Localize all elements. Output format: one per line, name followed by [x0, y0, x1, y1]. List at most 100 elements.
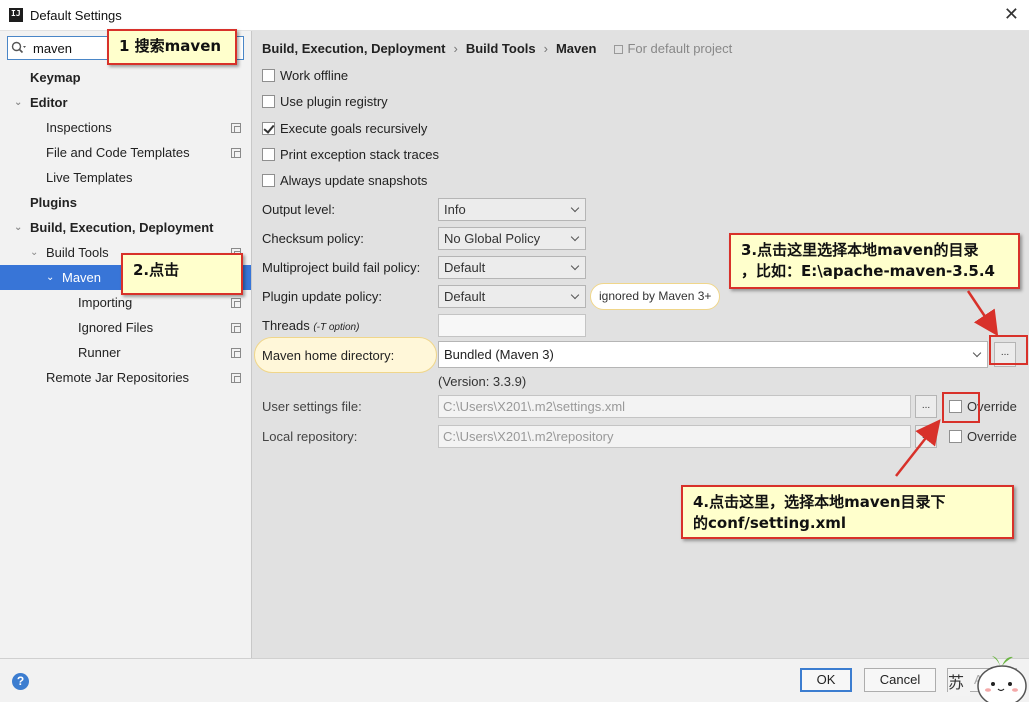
checkbox-box[interactable]: [262, 174, 275, 187]
maven-home-select[interactable]: Bundled (Maven 3): [438, 341, 988, 368]
breadcrumb-item: Maven: [555, 41, 597, 56]
chevron-down-icon[interactable]: ⌄: [14, 215, 22, 240]
highlight-box-browse: [989, 335, 1028, 365]
sidebar-item-label: Inspections: [46, 120, 112, 135]
watermark-stamp: 苏: [948, 670, 970, 696]
checkbox-label: Execute goals recursively: [280, 121, 428, 136]
sidebar-item-label: Ignored Files: [78, 320, 154, 335]
sidebar-item-label: Live Templates: [46, 170, 133, 185]
project-copy-icon: [231, 298, 241, 308]
project-copy-icon: [231, 323, 241, 333]
user-settings-browse-button[interactable]: ...: [915, 395, 937, 418]
ok-button[interactable]: OK: [800, 668, 852, 692]
print-exception-checkbox[interactable]: Print exception stack traces: [262, 146, 439, 164]
checkbox-box[interactable]: [262, 148, 275, 161]
checkbox-box[interactable]: [262, 69, 275, 82]
local-repo-label: Local repository:: [262, 429, 358, 444]
local-repo-input[interactable]: C:\Users\X201\.m2\repository: [438, 425, 911, 448]
checkbox-box[interactable]: [262, 122, 275, 135]
breadcrumb-item: Build, Execution, Deployment: [262, 41, 446, 56]
maven-version-text: (Version: 3.3.9): [438, 374, 527, 389]
default-project-hint: For default project: [627, 41, 733, 56]
sidebar-item-label: Keymap: [30, 70, 81, 85]
sidebar-item-ignored-files[interactable]: Ignored Files: [0, 315, 251, 340]
annotation-step2: 2.点击: [121, 253, 243, 295]
sidebar-item-keymap[interactable]: Keymap: [0, 65, 251, 90]
project-copy-icon: [614, 45, 624, 54]
title-bar: Default Settings ✕: [0, 0, 1029, 31]
checkbox-box[interactable]: [949, 430, 962, 443]
mascot-icon: [977, 656, 1027, 702]
project-copy-icon: [231, 348, 241, 358]
search-value: maven: [33, 41, 73, 56]
project-copy-icon: [231, 373, 241, 383]
maven-settings-panel: Build, Execution, Deployment › Build Tools…: [252, 31, 1029, 658]
breadcrumb-separator: ›: [453, 41, 458, 56]
ignored-by-maven-note: ignored by Maven 3+: [590, 283, 721, 310]
user-settings-label: User settings file:: [262, 399, 362, 414]
multiproject-fail-label: Multiproject build fail policy:: [262, 260, 421, 275]
checkbox-label: Work offline: [280, 68, 349, 83]
maven-home-label: Maven home directory:: [262, 348, 395, 363]
project-copy-icon: [231, 148, 241, 158]
dialog-footer: ? OK Cancel Ap: [0, 658, 1029, 702]
checkbox-box[interactable]: [262, 95, 275, 108]
sidebar-item-label: File and Code Templates: [46, 145, 190, 160]
threads-option-hint: (-T option): [313, 322, 360, 333]
breadcrumb-item: Build Tools: [465, 41, 536, 56]
sidebar-item-label: Build Tools: [46, 245, 109, 260]
local-repo-browse-button[interactable]: ...: [915, 425, 937, 448]
sidebar-item-inspections[interactable]: Inspections: [0, 115, 251, 140]
chevron-down-icon[interactable]: ⌄: [30, 240, 38, 265]
chevron-down-icon[interactable]: ⌄: [46, 265, 54, 290]
sidebar-item-label: Runner: [78, 345, 121, 360]
breadcrumb-separator: ›: [543, 41, 548, 56]
sidebar-item-runner[interactable]: Runner: [0, 340, 251, 365]
multiproject-fail-select[interactable]: Default: [438, 256, 586, 279]
threads-label: Threads (-T option): [262, 318, 359, 333]
sidebar-item-plugins[interactable]: Plugins: [0, 190, 251, 215]
user-settings-input[interactable]: C:\Users\X201\.m2\settings.xml: [438, 395, 911, 418]
plugin-update-select[interactable]: Default: [438, 285, 586, 308]
project-copy-icon: [231, 123, 241, 133]
settings-sidebar: maven Keymap ⌄ Editor Inspections File a…: [0, 31, 252, 658]
breadcrumb: Build, Execution, Deployment › Build Tools…: [262, 41, 732, 56]
chevron-down-icon[interactable]: ⌄: [14, 90, 22, 115]
local-repo-override-checkbox[interactable]: Override: [949, 429, 1017, 444]
work-offline-checkbox[interactable]: Work offline: [262, 67, 348, 85]
output-level-select[interactable]: Info: [438, 198, 586, 221]
always-update-snapshots-checkbox[interactable]: Always update snapshots: [262, 172, 427, 190]
close-icon[interactable]: ✕: [1004, 4, 1019, 25]
annotation-step4-line1: 4.点击这里，选择本地maven目录下: [693, 493, 946, 511]
sidebar-item-file-templates[interactable]: File and Code Templates: [0, 140, 251, 165]
cancel-button[interactable]: Cancel: [864, 668, 936, 692]
annotation-step3-line1: 3.点击这里选择本地maven的目录: [741, 241, 979, 259]
annotation-step3: 3.点击这里选择本地maven的目录 ，比如：E:\apache-maven-3…: [729, 233, 1020, 289]
search-icon[interactable]: [11, 41, 27, 55]
checkbox-label: Use plugin registry: [280, 94, 388, 109]
plugin-update-label: Plugin update policy:: [262, 289, 382, 304]
sidebar-item-label: Editor: [30, 95, 68, 110]
checkbox-label: Always update snapshots: [280, 173, 428, 188]
use-plugin-registry-checkbox[interactable]: Use plugin registry: [262, 93, 388, 111]
sidebar-item-editor[interactable]: ⌄ Editor: [0, 90, 251, 115]
output-level-label: Output level:: [262, 202, 335, 217]
annotation-step3-line2: ，比如：E:\apache-maven-3.5.4: [741, 262, 995, 280]
sidebar-item-build-execution[interactable]: ⌄ Build, Execution, Deployment: [0, 215, 251, 240]
execute-goals-recursively-checkbox[interactable]: Execute goals recursively: [262, 120, 427, 138]
threads-label-text: Threads: [262, 318, 310, 333]
help-button[interactable]: ?: [12, 673, 29, 690]
sidebar-item-label: Plugins: [30, 195, 77, 210]
intellij-icon: [9, 8, 23, 22]
sidebar-item-label: Remote Jar Repositories: [46, 370, 190, 385]
sidebar-item-remote-jar[interactable]: Remote Jar Repositories: [0, 365, 251, 390]
threads-input[interactable]: [438, 314, 586, 337]
annotation-step4: 4.点击这里，选择本地maven目录下 的conf/setting.xml: [681, 485, 1014, 539]
annotation-step1: 1 搜索maven: [107, 29, 237, 65]
window-title: Default Settings: [30, 8, 122, 23]
override-label: Override: [967, 429, 1017, 444]
sidebar-item-live-templates[interactable]: Live Templates: [0, 165, 251, 190]
checksum-policy-label: Checksum policy:: [262, 231, 364, 246]
checksum-policy-select[interactable]: No Global Policy: [438, 227, 586, 250]
sidebar-item-label: Build, Execution, Deployment: [30, 220, 214, 235]
